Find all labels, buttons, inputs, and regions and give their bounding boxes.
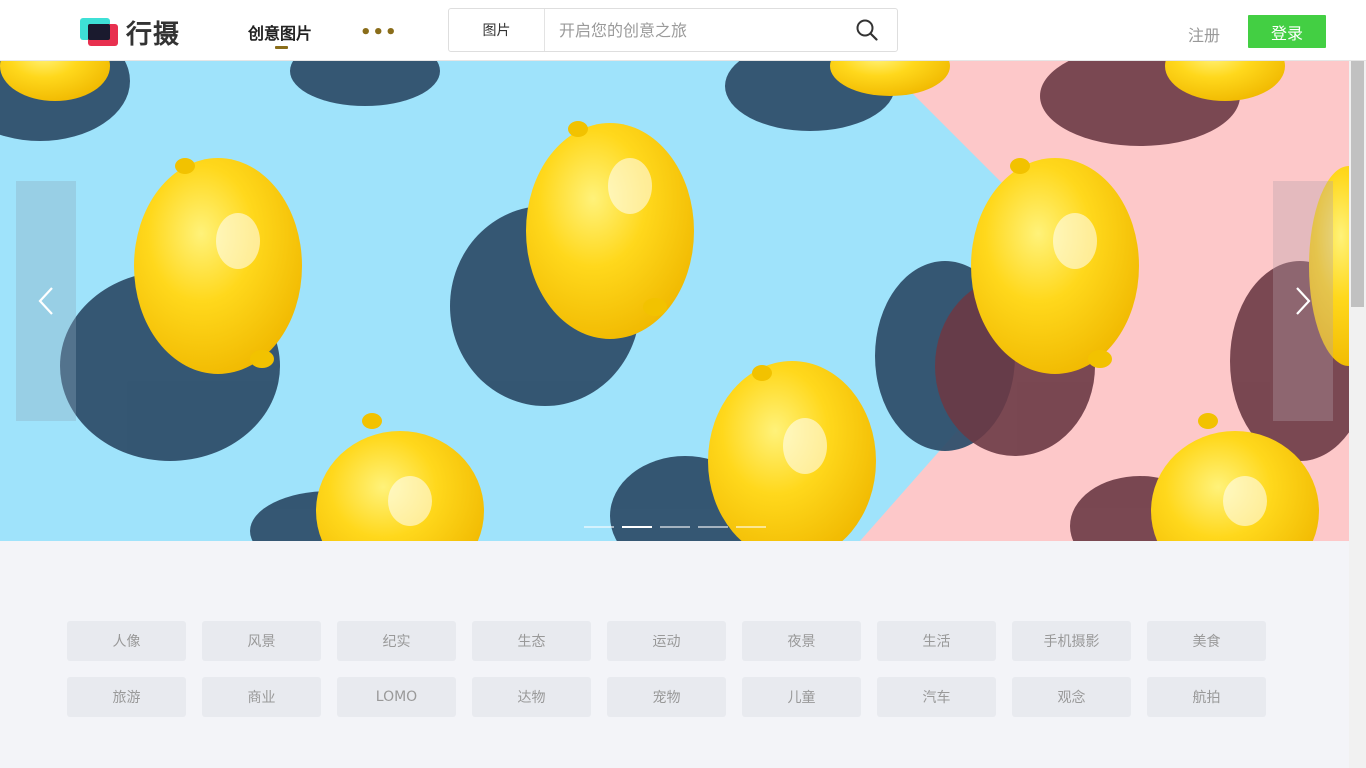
lemon-banner-image <box>0 61 1349 541</box>
category-tag[interactable]: LOMO <box>337 677 456 717</box>
category-tag[interactable]: 儿童 <box>742 677 861 717</box>
search-input[interactable] <box>545 9 837 51</box>
chevron-left-icon <box>38 287 53 315</box>
page-scrollbar[interactable] <box>1349 61 1366 768</box>
nav-creative-images[interactable]: 创意图片 <box>248 20 312 44</box>
chevron-right-icon <box>1296 287 1311 315</box>
category-tag[interactable]: 夜景 <box>742 621 861 661</box>
brand-name: 行摄 <box>126 19 181 50</box>
carousel-dot[interactable] <box>736 526 766 528</box>
scrollbar-thumb[interactable] <box>1351 61 1364 307</box>
hero-carousel <box>0 61 1349 541</box>
category-tag[interactable]: 商业 <box>202 677 321 717</box>
more-menu-icon[interactable]: ••• <box>360 22 398 43</box>
search-bar: 图片 <box>448 8 898 52</box>
category-tag[interactable]: 汽车 <box>877 677 996 717</box>
register-link[interactable]: 注册 <box>1188 22 1220 46</box>
category-tag[interactable]: 风景 <box>202 621 321 661</box>
login-button[interactable]: 登录 <box>1248 15 1326 48</box>
search-button[interactable] <box>837 9 897 51</box>
logo-icon <box>80 16 118 48</box>
category-tag[interactable]: 生活 <box>877 621 996 661</box>
category-tag[interactable]: 人像 <box>67 621 186 661</box>
carousel-dot[interactable] <box>660 526 690 528</box>
search-type-select[interactable]: 图片 <box>449 9 545 51</box>
carousel-indicators <box>584 526 766 528</box>
carousel-dot[interactable] <box>698 526 728 528</box>
category-tag[interactable]: 美食 <box>1147 621 1266 661</box>
carousel-prev-button[interactable] <box>16 181 76 421</box>
top-header: 行摄 创意图片 ••• 图片 注册 登录 <box>0 0 1366 61</box>
category-tag[interactable]: 手机摄影 <box>1012 621 1131 661</box>
category-tag[interactable]: 宠物 <box>607 677 726 717</box>
category-tag[interactable]: 达物 <box>472 677 591 717</box>
carousel-dot[interactable] <box>584 526 614 528</box>
category-tag[interactable]: 纪实 <box>337 621 456 661</box>
category-tag[interactable]: 运动 <box>607 621 726 661</box>
nav-active-indicator <box>275 46 288 49</box>
carousel-next-button[interactable] <box>1273 181 1333 421</box>
category-tag[interactable]: 观念 <box>1012 677 1131 717</box>
brand-logo[interactable]: 行摄 <box>80 16 181 50</box>
category-tag[interactable]: 生态 <box>472 621 591 661</box>
carousel-dot[interactable] <box>622 526 652 528</box>
search-icon <box>856 19 878 41</box>
category-tag[interactable]: 旅游 <box>67 677 186 717</box>
category-tag[interactable]: 航拍 <box>1147 677 1266 717</box>
